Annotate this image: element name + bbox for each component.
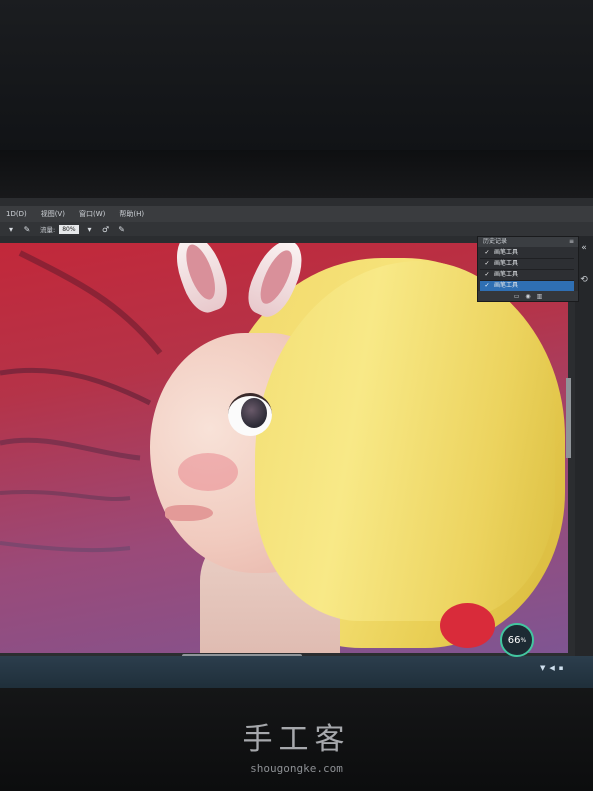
- right-tool-strip: [575, 236, 593, 676]
- network-icon[interactable]: ▼: [540, 664, 545, 672]
- flag-icon[interactable]: ▪: [559, 664, 564, 672]
- lips-shape: [165, 505, 213, 521]
- monitor-top-bezel: [0, 150, 593, 198]
- watermark-url: shougongke.com: [250, 762, 343, 775]
- menu-item-window[interactable]: 窗口(W): [79, 209, 105, 219]
- panel-collapse-icon[interactable]: «: [578, 242, 590, 254]
- checkmark-icon: ✓: [484, 271, 490, 278]
- watermark-title: 手工客: [242, 722, 351, 757]
- checkmark-icon: ✓: [484, 249, 490, 256]
- dropdown-icon[interactable]: ▾: [85, 224, 95, 234]
- badge-value: 66: [507, 634, 521, 646]
- monitor-screen: 1D(D) 视图(V) 窗口(W) 帮助(H) ▾ ✎ 流量: 80% ▾ ♂ …: [0, 198, 593, 688]
- menu-item-edit[interactable]: 1D(D): [6, 210, 27, 218]
- pressure-icon[interactable]: ✎: [117, 224, 127, 234]
- menu-item-view[interactable]: 视图(V): [41, 209, 65, 219]
- flow-label: 流量:: [40, 226, 56, 234]
- cheek-blush: [178, 453, 238, 491]
- checkmark-icon: ✓: [484, 260, 490, 267]
- menu-item-help[interactable]: 帮助(H): [119, 209, 144, 219]
- history-item-label: 画笔工具: [494, 271, 519, 278]
- menu-bar: 1D(D) 视图(V) 窗口(W) 帮助(H): [0, 206, 593, 222]
- performance-badge[interactable]: 66%: [500, 623, 534, 657]
- history-panel-icon[interactable]: ⟲: [578, 274, 590, 286]
- vertical-scrollbar[interactable]: [566, 378, 571, 458]
- panel-menu-icon[interactable]: ≡: [569, 237, 574, 247]
- history-item-label: 画笔工具: [494, 260, 519, 267]
- airbrush-icon[interactable]: ♂: [101, 224, 111, 234]
- history-item-label: 画笔工具: [494, 282, 519, 289]
- tool-preset-icon[interactable]: ▾: [6, 224, 16, 234]
- camera-icon[interactable]: ◉: [525, 293, 530, 300]
- flow-input[interactable]: 80%: [59, 224, 79, 234]
- new-document-icon[interactable]: ▭: [514, 293, 520, 300]
- history-item[interactable]: ✓ 画笔工具: [480, 270, 574, 281]
- red-bow-shape: [440, 603, 495, 648]
- document-canvas[interactable]: [0, 243, 568, 653]
- eye-iris: [241, 398, 267, 428]
- history-item-label: 画笔工具: [494, 249, 519, 256]
- history-panel-footer: ▭ ◉ ▥: [478, 291, 578, 301]
- checkmark-icon: ✓: [484, 282, 490, 289]
- history-item[interactable]: ✓ 画笔工具: [480, 248, 574, 259]
- options-bar: ▾ ✎ 流量: 80% ▾ ♂ ✎: [0, 222, 593, 236]
- brush-icon[interactable]: ✎: [22, 224, 32, 234]
- history-panel: 历史记录 ≡ ✓ 画笔工具 ✓ 画笔工具 ✓ 画笔工具 ✓ 画笔工具 ▭ ◉ ▥: [477, 236, 579, 302]
- speaker-icon[interactable]: ◀: [549, 664, 554, 672]
- trash-icon[interactable]: ▥: [537, 293, 543, 300]
- history-item[interactable]: ✓ 画笔工具: [480, 259, 574, 270]
- history-panel-header: 历史记录 ≡: [478, 237, 578, 247]
- badge-unit: %: [520, 636, 527, 644]
- history-panel-title: 历史记录: [483, 238, 508, 245]
- system-tray: ▼ ◀ ▪: [540, 664, 564, 672]
- taskbar: [0, 656, 593, 688]
- room-background: [0, 0, 593, 150]
